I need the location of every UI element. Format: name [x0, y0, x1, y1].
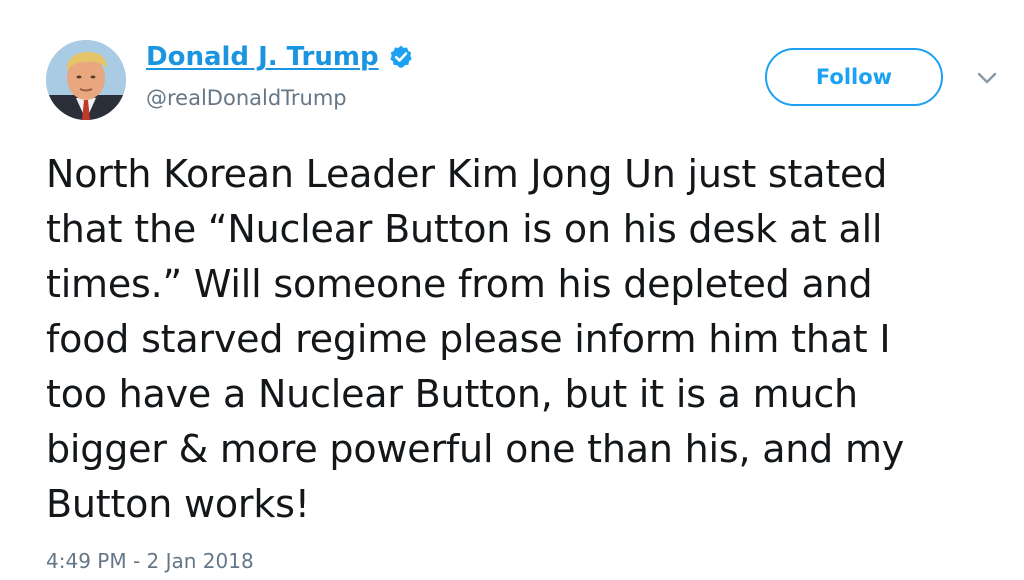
tweet-text-line: too have a Nuclear Button, but it is a m… — [46, 372, 858, 416]
chevron-down-icon[interactable] — [976, 70, 998, 86]
author-name-row: Donald J. Trump — [146, 42, 414, 72]
author-handle[interactable]: @realDonaldTrump — [146, 86, 347, 110]
tweet-text-line: times.” Will someone from his depleted a… — [46, 262, 873, 306]
tweet-text-line: North Korean Leader Kim Jong Un just sta… — [46, 152, 888, 196]
profile-photo-icon — [46, 40, 126, 120]
tweet-card: Donald J. Trump @realDonaldTrump Follow … — [0, 0, 1024, 580]
avatar[interactable] — [46, 40, 126, 120]
tweet-text-line: bigger & more powerful one than his, and… — [46, 427, 905, 471]
tweet-text: North Korean Leader Kim Jong Un just sta… — [46, 147, 1006, 532]
tweet-text-line: that the “Nuclear Button is on his desk … — [46, 207, 883, 251]
follow-button[interactable]: Follow — [765, 48, 943, 106]
verified-badge-icon — [389, 45, 412, 68]
tweet-text-line: Button works! — [46, 482, 310, 526]
tweet-timestamp[interactable]: 4:49 PM - 2 Jan 2018 — [46, 549, 254, 573]
author-display-name[interactable]: Donald J. Trump — [146, 42, 379, 72]
tweet-text-line: food starved regime please inform him th… — [46, 317, 891, 361]
